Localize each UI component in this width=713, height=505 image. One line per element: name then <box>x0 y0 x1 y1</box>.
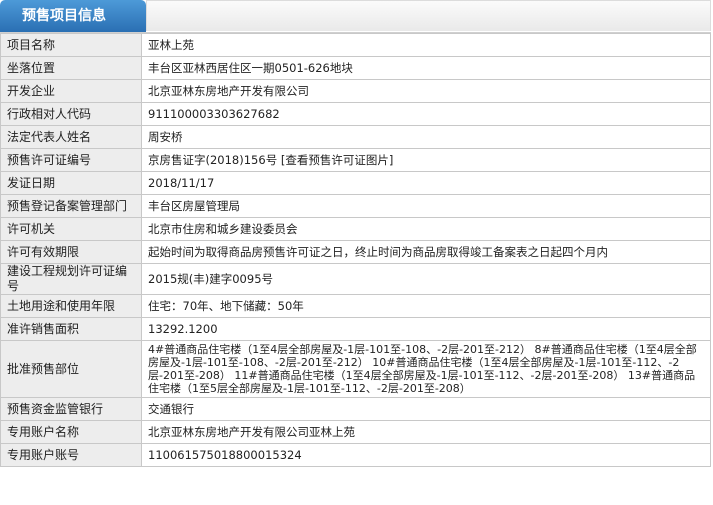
issue-date-value: 2018/11/17 <box>141 171 711 195</box>
account-number-value: 110061575018800015324 <box>141 443 711 467</box>
presale-project-info-panel: 预售项目信息 项目名称 亚林上苑 坐落位置 丰台区亚林西居住区一期0501-62… <box>0 0 711 503</box>
table-row: 专用账户账号 110061575018800015324 <box>0 443 711 467</box>
row-label: 专用账户名称 <box>0 420 142 444</box>
row-label: 预售资金监管银行 <box>0 397 142 421</box>
table-row: 建设工程规划许可证编号 2015规(丰)建字0095号 <box>0 263 711 295</box>
admin-code-value: 911100003303627682 <box>141 102 711 126</box>
table-row: 预售资金监管银行 交通银行 <box>0 397 711 421</box>
tab-presale-project-info[interactable]: 预售项目信息 <box>0 0 146 32</box>
table-row: 坐落位置 丰台区亚林西居住区一期0501-626地块 <box>0 56 711 80</box>
row-label: 预售许可证编号 <box>0 148 142 172</box>
table-row: 批准预售部位 4#普通商品住宅楼（1至4层全部房屋及-1层-101至-108、-… <box>0 340 711 398</box>
row-label: 批准预售部位 <box>0 340 142 398</box>
licensing-authority-value: 北京市住房和城乡建设委员会 <box>141 217 711 241</box>
row-label: 发证日期 <box>0 171 142 195</box>
location-value: 丰台区亚林西居住区一期0501-626地块 <box>141 56 711 80</box>
table-row: 土地用途和使用年限 住宅：70年、地下储藏：50年 <box>0 294 711 318</box>
row-label: 行政相对人代码 <box>0 102 142 126</box>
permit-number-value: 京房售证字(2018)156号 <box>148 152 278 167</box>
tab-bar-background <box>146 0 711 31</box>
row-label: 法定代表人姓名 <box>0 125 142 149</box>
table-row: 预售登记备案管理部门 丰台区房屋管理局 <box>0 194 711 218</box>
row-label: 项目名称 <box>0 33 142 57</box>
row-label: 准许销售面积 <box>0 317 142 341</box>
approved-presale-units-value: 4#普通商品住宅楼（1至4层全部房屋及-1层-101至-108、-2层-201至… <box>141 340 711 398</box>
project-name-value: 亚林上苑 <box>141 33 711 57</box>
account-name-value: 北京亚林东房地产开发有限公司亚林上苑 <box>141 420 711 444</box>
tab-bar: 预售项目信息 <box>0 0 711 33</box>
row-label: 建设工程规划许可证编号 <box>0 263 142 295</box>
supervising-bank-value: 交通银行 <box>141 397 711 421</box>
table-row: 准许销售面积 13292.1200 <box>0 317 711 341</box>
permit-number-cell: 京房售证字(2018)156号 [查看预售许可证图片] <box>141 148 711 172</box>
row-label: 开发企业 <box>0 79 142 103</box>
table-row: 许可有效期限 起始时间为取得商品房预售许可证之日，终止时间为商品房取得竣工备案表… <box>0 240 711 264</box>
planning-permit-value: 2015规(丰)建字0095号 <box>141 263 711 295</box>
project-info-table: 项目名称 亚林上苑 坐落位置 丰台区亚林西居住区一期0501-626地块 开发企… <box>0 33 711 467</box>
registration-dept-value: 丰台区房屋管理局 <box>141 194 711 218</box>
sale-area-value: 13292.1200 <box>141 317 711 341</box>
table-row: 法定代表人姓名 周安桥 <box>0 125 711 149</box>
legal-rep-value: 周安桥 <box>141 125 711 149</box>
table-row: 项目名称 亚林上苑 <box>0 33 711 57</box>
table-row: 开发企业 北京亚林东房地产开发有限公司 <box>0 79 711 103</box>
table-row: 专用账户名称 北京亚林东房地产开发有限公司亚林上苑 <box>0 420 711 444</box>
land-use-value: 住宅：70年、地下储藏：50年 <box>141 294 711 318</box>
row-label: 预售登记备案管理部门 <box>0 194 142 218</box>
row-label: 土地用途和使用年限 <box>0 294 142 318</box>
row-label: 许可有效期限 <box>0 240 142 264</box>
table-row: 预售许可证编号 京房售证字(2018)156号 [查看预售许可证图片] <box>0 148 711 172</box>
row-label: 许可机关 <box>0 217 142 241</box>
row-label: 专用账户账号 <box>0 443 142 467</box>
table-row: 许可机关 北京市住房和城乡建设委员会 <box>0 217 711 241</box>
table-row: 发证日期 2018/11/17 <box>0 171 711 195</box>
table-row: 行政相对人代码 911100003303627682 <box>0 102 711 126</box>
developer-value: 北京亚林东房地产开发有限公司 <box>141 79 711 103</box>
validity-period-value: 起始时间为取得商品房预售许可证之日，终止时间为商品房取得竣工备案表之日起四个月内 <box>141 240 711 264</box>
view-permit-image-link[interactable]: [查看预售许可证图片] <box>281 153 393 167</box>
row-label: 坐落位置 <box>0 56 142 80</box>
